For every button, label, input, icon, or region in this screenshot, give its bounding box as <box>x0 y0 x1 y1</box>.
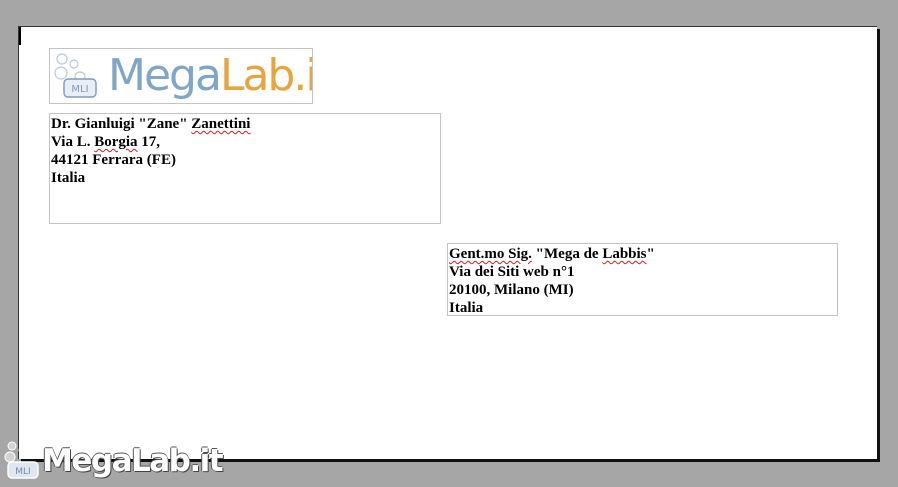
spellcheck-word: Zanettini <box>191 116 251 132</box>
bubbles-logo-icon: MLI <box>54 53 97 98</box>
sender-city-line: 44121 Ferrara (FE) <box>51 152 176 168</box>
recipient-address-box[interactable]: Gent.mo Sig. "Mega de Labbis" Via dei Si… <box>447 243 838 316</box>
watermark-text: MegaLab.it <box>42 443 224 479</box>
sender-address-box[interactable]: Dr. Gianluigi "Zane" Zanettini Via L. Bo… <box>49 113 441 224</box>
text-cursor <box>19 27 21 45</box>
sender-street-line: Via L. Borgia 17, <box>51 134 161 150</box>
spellcheck-word: Gent.mo Sig. <box>449 246 532 262</box>
recipient-country-line: Italia <box>449 300 484 316</box>
spellcheck-word: Borgia <box>94 134 138 150</box>
sender-name-line: Dr. Gianluigi "Zane" Zanettini <box>51 116 251 132</box>
recipient-name-line: Gent.mo Sig. "Mega de Labbis" <box>449 246 655 262</box>
svg-text:MLI: MLI <box>15 467 30 477</box>
sender-country-line: Italia <box>51 170 86 186</box>
recipient-city-line: 20100, Milano (MI) <box>449 282 574 298</box>
svg-text:MLI: MLI <box>71 84 88 95</box>
bubbles-watermark-icon: MLI <box>4 441 39 479</box>
spellcheck-word: Labbis <box>602 246 647 262</box>
megalab-logo-image[interactable]: MLI MegaLab.it <box>49 48 313 104</box>
envelope-page: MLI MegaLab.it Dr. Gianluigi "Zane" Zane… <box>18 26 877 459</box>
megalab-watermark: MLI MegaLab.it <box>4 440 224 484</box>
logo-wordmark: MegaLab.it <box>108 50 312 101</box>
recipient-street-line: Via dei Siti web n°1 <box>449 264 575 280</box>
